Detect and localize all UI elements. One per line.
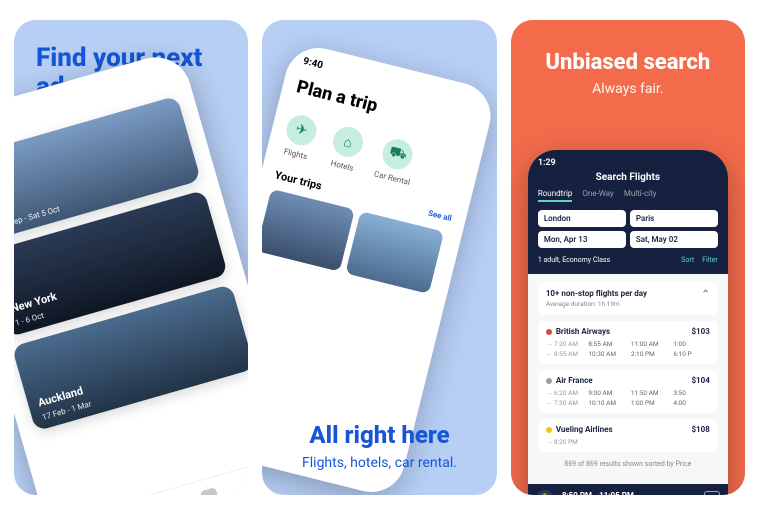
trips-icon [200, 487, 220, 495]
airline-price: $104 [691, 376, 709, 385]
category-car[interactable]: ⛟ Car Rental [373, 135, 419, 187]
return-date-field[interactable]: Sat, May 02 [630, 231, 718, 248]
trip-dates: Fri 27 Sep - Sat 5 Oct [14, 204, 61, 233]
flight-times: → 7:20 AM 8:55 AM 11:00 AM 1:00 ← 8:55 A… [546, 340, 710, 358]
time-cell: 11:00 AM [631, 340, 668, 348]
bed-icon: ⌂ [330, 124, 366, 160]
nonstop-summary[interactable]: 10+ non-stop flights per day Average dur… [538, 282, 718, 315]
time-cell: 9:00 AM [588, 389, 625, 397]
car-icon: ⛟ [380, 136, 416, 172]
selected-flight-text: 8:50 PM - 11:05 PM LHR-CDG, British Airw… [562, 491, 663, 496]
tab-bar: Search Explore Trips Profile [46, 453, 248, 495]
passenger-selector[interactable]: 1 adult, Economy Class [538, 256, 610, 264]
panel3-subtitle: Always fair. [521, 81, 735, 97]
pax-sort-row: 1 adult, Economy Class Sort Filter [538, 256, 718, 264]
time-cell: 3:50 [673, 389, 710, 397]
airline-name: Air France [556, 376, 593, 385]
time-cell: 1:00 PM [631, 399, 668, 407]
airline-price: $103 [691, 327, 709, 336]
airline-dot-icon [546, 427, 552, 433]
selected-flight-bar[interactable]: 🔔 8:50 PM - 11:05 PM LHR-CDG, British Ai… [528, 484, 728, 495]
category-flights[interactable]: ✈ Flights [280, 112, 320, 162]
nonstop-title: 10+ non-stop flights per day [546, 289, 647, 298]
trip-type-tabs: Roundtrip One-Way Multi-city [538, 189, 718, 202]
time-cell: 10:30 AM [588, 350, 625, 358]
page-title: Search Flights [538, 172, 718, 183]
tab-multicity[interactable]: Multi-city [624, 189, 657, 202]
plane-icon: ✈ [284, 112, 320, 148]
chevron-up-icon: ⌃ [701, 289, 709, 308]
airline-card[interactable]: British Airways $103 → 7:20 AM 8:55 AM 1… [538, 321, 718, 364]
time-cell: 10:10 AM [588, 399, 625, 407]
sort-button[interactable]: Sort [681, 256, 694, 264]
panel3-heading: Unbiased search Always fair. [511, 20, 745, 97]
time-cell: 6:10 P [673, 350, 710, 358]
trip-thumbnail[interactable] [346, 211, 445, 294]
category-label: Car Rental [373, 169, 411, 187]
search-header: 1:29 Search Flights Roundtrip One-Way Mu… [528, 150, 728, 274]
panel2-subtitle: Flights, hotels, car rental. [262, 455, 496, 471]
trip-thumbnail[interactable] [262, 189, 355, 272]
time-cell: 4:00 [673, 399, 710, 407]
promo-panel-3: Unbiased search Always fair. 1:29 Search… [511, 20, 745, 495]
time-cell: 7:20 AM [554, 340, 578, 348]
airline-card[interactable]: Air France $104 → 6:20 AM 9:00 AM 11:50 … [538, 370, 718, 413]
tab-trips[interactable]: Trips [200, 487, 223, 495]
trip-city: New York [14, 290, 58, 315]
category-label: Flights [283, 147, 308, 162]
time-cell: 6:20 AM [554, 389, 578, 397]
results-count: 869 of 869 results shown sorted by Price [538, 452, 718, 476]
tab-roundtrip[interactable]: Roundtrip [538, 189, 573, 202]
depart-date-field[interactable]: Mon, Apr 13 [538, 231, 626, 248]
panel2-title: All right here [262, 421, 496, 449]
to-field[interactable]: Paris [630, 210, 718, 227]
time-cell: 8:55 AM [588, 340, 625, 348]
airline-name: British Airways [556, 327, 610, 336]
filter-button[interactable]: Filter [702, 256, 718, 264]
bell-icon[interactable]: 🔔 [536, 490, 554, 495]
time-cell: 8:55 AM [554, 350, 578, 358]
airline-dot-icon [546, 378, 552, 384]
your-trips-label: Your trips [274, 168, 324, 192]
panel3-title: Unbiased search [521, 50, 735, 75]
nonstop-sub: Average duration: 1h 19m [546, 300, 647, 308]
panel2-footer: All right here Flights, hotels, car rent… [262, 421, 496, 471]
tab-oneway[interactable]: One-Way [582, 189, 613, 202]
flight-times: → 6:20 AM 9:00 AM 11:50 AM 3:50 ← 7:30 A… [546, 389, 710, 407]
flight-times: → 8:20 PM [546, 438, 710, 446]
selected-time: 8:50 PM - 11:05 PM [562, 491, 663, 496]
share-icon[interactable]: ⇪ [704, 491, 720, 495]
time-cell: 2:10 PM [631, 350, 668, 358]
airline-dot-icon [546, 329, 552, 335]
results-body: 10+ non-stop flights per day Average dur… [528, 274, 728, 484]
time-cell: 8:20 PM [554, 438, 578, 446]
see-all-link[interactable]: See all [428, 209, 453, 224]
airline-card[interactable]: Vueling Airlines $108 → 8:20 PM [538, 419, 718, 452]
phone-mockup-search: 1:29 Search Flights Roundtrip One-Way Mu… [528, 150, 728, 495]
route-fields: London Paris [538, 210, 718, 227]
time-cell: 11:50 AM [631, 389, 668, 397]
category-label: Hotels [330, 159, 355, 173]
airline-price: $108 [691, 425, 709, 434]
status-time: 1:29 [538, 158, 718, 168]
time-cell: 7:30 AM [554, 399, 578, 407]
date-fields: Mon, Apr 13 Sat, May 02 [538, 231, 718, 248]
time-cell: 1:00 [673, 340, 710, 348]
from-field[interactable]: London [538, 210, 626, 227]
airline-name: Vueling Airlines [556, 425, 613, 434]
promo-panel-2: 9:40 Plan a trip ✈ Flights ⌂ Hotels ⛟ Ca… [262, 20, 496, 495]
promo-panel-1: Find your next adventure 90+ million tra… [14, 20, 248, 495]
category-hotels[interactable]: ⌂ Hotels [327, 124, 367, 174]
